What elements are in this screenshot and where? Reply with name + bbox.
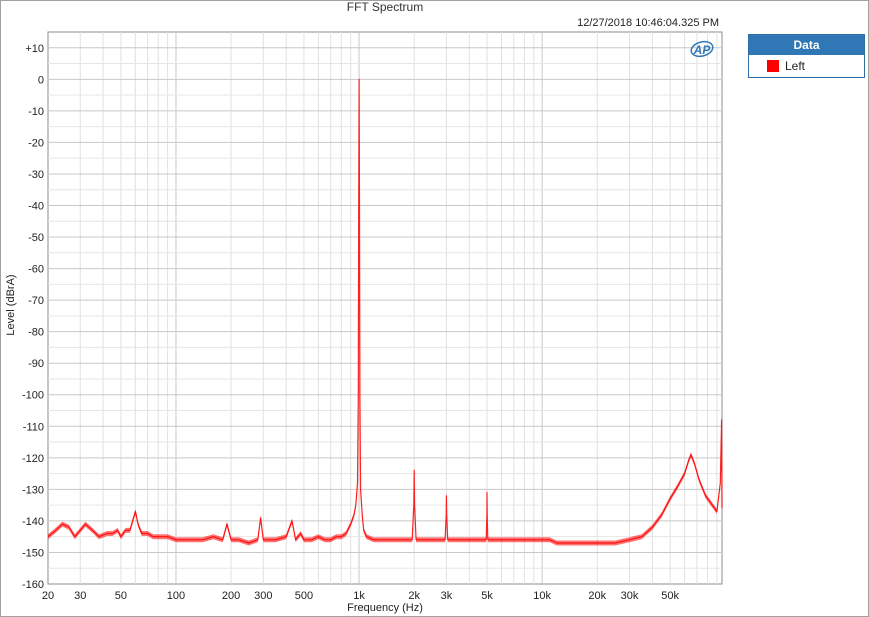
legend-item-label: Left — [785, 58, 806, 73]
y-tick-label: -30 — [28, 169, 44, 181]
x-axis-title: Frequency (Hz) — [347, 602, 423, 614]
timestamp: 12/27/2018 10:46:04.325 PM — [577, 17, 719, 29]
x-tick-labels: 20 30 50 100 200 300 500 1k 2k 3k 5k 10k 20k 30k 50k — [42, 590, 680, 602]
y-tick-label: -130 — [22, 484, 44, 496]
x-tick-label: 20 — [42, 590, 54, 602]
legend-panel: Data Left — [748, 34, 865, 78]
y-tick-label: -90 — [28, 358, 44, 370]
ap-logo-text: AP — [693, 43, 712, 57]
x-tick-label: 2k — [408, 590, 420, 602]
y-tick-label: -110 — [23, 421, 44, 433]
x-tick-label: 300 — [254, 590, 272, 602]
y-axis-title: Level (dBrA) — [5, 274, 17, 335]
fft-spectrum-chart: FFT Spectrum 12/27/2018 10:46:04.325 PM … — [5, 0, 723, 614]
y-tick-label: -60 — [28, 264, 44, 276]
y-tick-label: 0 — [38, 74, 44, 86]
x-tick-label: 30 — [74, 590, 86, 602]
x-tick-label: 200 — [222, 590, 240, 602]
y-tick-label: -50 — [28, 232, 44, 244]
y-tick-label: -140 — [22, 516, 44, 528]
chart-title: FFT Spectrum — [347, 0, 423, 14]
x-tick-label: 10k — [533, 590, 551, 602]
y-tick-label: +10 — [25, 43, 44, 55]
legend-swatch — [767, 59, 779, 72]
y-tick-labels: +10 0 -10 -20 -30 -40 -50 -60 -70 -80 -90 -100 -110 -… — [22, 43, 44, 591]
x-tick-label: 1k — [353, 590, 365, 602]
x-tick-label: 30k — [621, 590, 639, 602]
y-tick-label: -20 — [28, 137, 44, 149]
legend-item-left[interactable]: Left — [749, 55, 864, 76]
y-tick-label: -150 — [22, 547, 44, 559]
legend-header: Data — [749, 35, 864, 55]
x-tick-label: 50k — [661, 590, 679, 602]
y-tick-label: -10 — [28, 106, 44, 118]
plot-area[interactable] — [47, 31, 723, 585]
y-tick-label: -40 — [28, 200, 44, 212]
x-tick-label: 50 — [115, 590, 127, 602]
x-tick-label: 3k — [441, 590, 453, 602]
x-tick-label: 500 — [295, 590, 313, 602]
x-tick-label: 20k — [588, 590, 606, 602]
y-tick-label: -160 — [22, 579, 44, 591]
x-tick-label: 100 — [167, 590, 185, 602]
y-tick-label: -120 — [22, 453, 44, 465]
y-tick-label: -100 — [22, 390, 44, 402]
y-tick-label: -80 — [28, 327, 44, 339]
y-tick-label: -70 — [28, 295, 44, 307]
x-tick-label: 5k — [481, 590, 493, 602]
